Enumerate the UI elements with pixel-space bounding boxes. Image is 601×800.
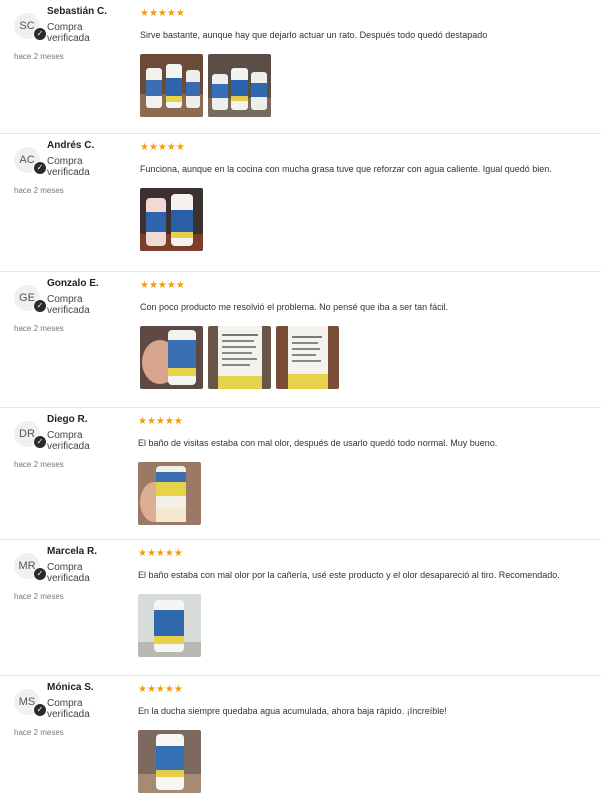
- reviewer-name: Sebastián C.: [47, 6, 108, 17]
- star-rating: ★★★★★: [140, 8, 185, 19]
- review-body: ★★★★★ En la ducha siempre quedaba agua a…: [138, 684, 601, 794]
- review-photos: [140, 54, 601, 118]
- verified-check-icon: ✓: [33, 161, 47, 175]
- review-photo[interactable]: [138, 730, 201, 793]
- review-body: ★★★★★ Sirve bastante, aunque hay que dej…: [140, 8, 601, 118]
- reviewer-name: Andrés C.: [47, 140, 95, 151]
- review-date: hace 2 meses: [14, 186, 64, 195]
- review-card: MS ✓ Mónica S. Compra verificada hace 2 …: [0, 676, 601, 800]
- review-date: hace 2 meses: [14, 324, 64, 333]
- review-text: Sirve bastante, aunque hay que dejarlo a…: [140, 30, 488, 40]
- review-card: AC ✓ Andrés C. Compra verificada hace 2 …: [0, 134, 601, 272]
- verified-purchase-label: Compra verificada: [47, 430, 90, 452]
- review-card: GE ✓ Gonzalo E. Compra verificada hace 2…: [0, 272, 601, 408]
- review-text: El baño de visitas estaba con mal olor, …: [138, 438, 498, 448]
- reviewer-name: Marcela R.: [47, 546, 98, 557]
- verified-check-icon: ✓: [33, 299, 47, 313]
- star-rating: ★★★★★: [138, 548, 183, 559]
- review-photos: [138, 730, 601, 794]
- star-rating: ★★★★★: [140, 142, 185, 153]
- review-text: Con poco producto me resolvió el problem…: [140, 302, 449, 312]
- review-date: hace 2 meses: [14, 460, 64, 469]
- verified-purchase-label: Compra verificada: [47, 22, 90, 44]
- verified-purchase-label: Compra verificada: [47, 562, 90, 584]
- review-photo[interactable]: [140, 54, 203, 117]
- verified-check-icon: ✓: [33, 567, 47, 581]
- review-date: hace 2 meses: [14, 592, 64, 601]
- review-text: En la ducha siempre quedaba agua acumula…: [138, 706, 447, 716]
- review-card: SC ✓ Sebastián C. Compra verificada hace…: [0, 0, 601, 134]
- reviewer-name: Diego R.: [47, 414, 88, 425]
- reviewer-name: Gonzalo E.: [47, 278, 99, 289]
- reviews-list: SC ✓ Sebastián C. Compra verificada hace…: [0, 0, 601, 800]
- review-card: DR ✓ Diego R. Compra verificada hace 2 m…: [0, 408, 601, 540]
- star-rating: ★★★★★: [140, 280, 185, 291]
- reviewer-name: Mónica S.: [47, 682, 94, 693]
- review-photos: [138, 594, 601, 658]
- review-body: ★★★★★ El baño de visitas estaba con mal …: [138, 416, 601, 526]
- review-photo[interactable]: [138, 462, 201, 525]
- star-rating: ★★★★★: [138, 416, 183, 427]
- review-photos: [138, 462, 601, 526]
- review-body: ★★★★★ Con poco producto me resolvió el p…: [140, 280, 601, 390]
- review-photos: [140, 188, 601, 252]
- review-photo[interactable]: [138, 594, 201, 657]
- verified-purchase-label: Compra verificada: [47, 294, 90, 316]
- verified-check-icon: ✓: [33, 27, 47, 41]
- review-body: ★★★★★ El baño estaba con mal olor por la…: [138, 548, 601, 658]
- verified-check-icon: ✓: [33, 703, 47, 717]
- review-date: hace 2 meses: [14, 52, 64, 61]
- review-photo[interactable]: [276, 326, 339, 389]
- review-photo[interactable]: [140, 188, 203, 251]
- review-text: El baño estaba con mal olor por la cañer…: [138, 570, 560, 580]
- review-photos: [140, 326, 601, 390]
- verified-check-icon: ✓: [33, 435, 47, 449]
- verified-purchase-label: Compra verificada: [47, 156, 90, 178]
- review-card: MR ✓ Marcela R. Compra verificada hace 2…: [0, 540, 601, 676]
- review-photo[interactable]: [208, 326, 271, 389]
- review-body: ★★★★★ Funciona, aunque en la cocina con …: [140, 142, 601, 252]
- star-rating: ★★★★★: [138, 684, 183, 695]
- review-text: Funciona, aunque en la cocina con mucha …: [140, 164, 552, 174]
- verified-purchase-label: Compra verificada: [47, 698, 90, 720]
- review-photo[interactable]: [208, 54, 271, 117]
- review-photo[interactable]: [140, 326, 203, 389]
- review-date: hace 2 meses: [14, 728, 64, 737]
